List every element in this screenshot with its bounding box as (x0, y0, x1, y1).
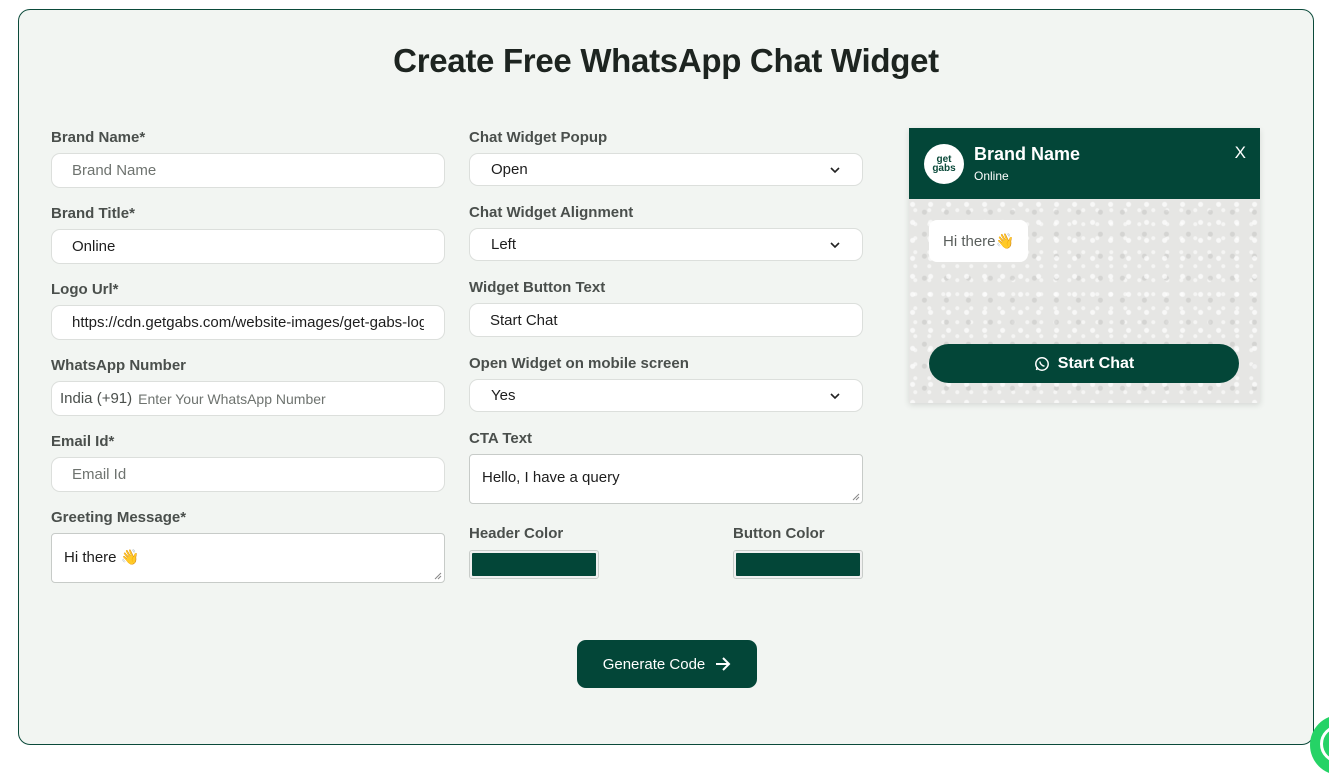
header-color-picker[interactable] (469, 550, 599, 579)
chevron-down-icon (830, 166, 840, 173)
button-text-label: Widget Button Text (469, 279, 606, 296)
greeting-text: Hi there 👋 (64, 549, 140, 566)
country-code-select[interactable]: India (+91) (60, 390, 132, 407)
whatsapp-number-field[interactable]: India (+91) Enter Your WhatsApp Number (51, 381, 445, 416)
popup-select[interactable]: Open (469, 153, 863, 186)
chevron-down-icon (830, 392, 840, 399)
button-color-label: Button Color (733, 525, 825, 542)
greeting-textarea[interactable]: Hi there 👋 (51, 533, 445, 583)
resize-handle-icon[interactable] (852, 493, 860, 501)
brand-title-label: Brand Title* (51, 205, 135, 222)
start-chat-label: Start Chat (1057, 354, 1135, 372)
popup-value: Open (491, 161, 528, 178)
widget-builder-card: Create Free WhatsApp Chat Widget Brand N… (18, 9, 1314, 745)
button-color-picker[interactable] (733, 550, 863, 579)
whatsapp-number-label: WhatsApp Number (51, 357, 186, 374)
header-color-label: Header Color (469, 525, 564, 542)
preview-header: get gabs Brand Name Online X (909, 128, 1260, 199)
logo-url-input[interactable] (51, 305, 445, 340)
brand-title-input[interactable] (51, 229, 445, 264)
resize-handle-icon[interactable] (434, 572, 442, 580)
start-chat-button[interactable]: Start Chat (929, 344, 1239, 383)
logo-text-bottom: gabs (932, 162, 956, 174)
alignment-value: Left (491, 236, 517, 253)
button-text-input[interactable] (469, 303, 863, 337)
mobile-select[interactable]: Yes (469, 379, 863, 412)
widget-preview: get gabs Brand Name Online X Hi there👋 S… (909, 128, 1260, 403)
close-icon[interactable]: X (1235, 143, 1246, 163)
preview-brand-name: Brand Name (974, 144, 1081, 164)
generate-code-button[interactable]: Generate Code (577, 640, 757, 688)
alignment-select[interactable]: Left (469, 228, 863, 261)
arrow-right-icon (716, 657, 731, 671)
page-title: Create Free WhatsApp Chat Widget (393, 42, 939, 79)
cta-text: Hello, I have a query (482, 469, 620, 486)
brand-name-label: Brand Name* (51, 129, 146, 146)
brand-name-input[interactable] (51, 153, 445, 188)
greeting-bubble: Hi there👋 (929, 220, 1029, 262)
header-color-swatch (472, 553, 596, 576)
mobile-value: Yes (491, 387, 516, 404)
popup-label: Chat Widget Popup (469, 129, 608, 146)
greeting-label: Greeting Message* (51, 509, 187, 526)
cta-textarea[interactable]: Hello, I have a query (469, 454, 863, 504)
brand-logo: get gabs (924, 143, 964, 184)
whatsapp-icon (1034, 356, 1049, 371)
button-color-swatch (736, 553, 860, 576)
mobile-label: Open Widget on mobile screen (469, 355, 689, 372)
alignment-label: Chat Widget Alignment (469, 204, 634, 221)
email-input[interactable] (51, 457, 445, 492)
cta-label: CTA Text (469, 430, 533, 447)
generate-code-label: Generate Code (602, 655, 706, 673)
whatsapp-number-input[interactable]: Enter Your WhatsApp Number (138, 391, 326, 407)
email-label: Email Id* (51, 433, 115, 450)
logo-url-label: Logo Url* (51, 281, 119, 298)
preview-status: Online (974, 169, 1009, 183)
chevron-down-icon (830, 241, 840, 248)
